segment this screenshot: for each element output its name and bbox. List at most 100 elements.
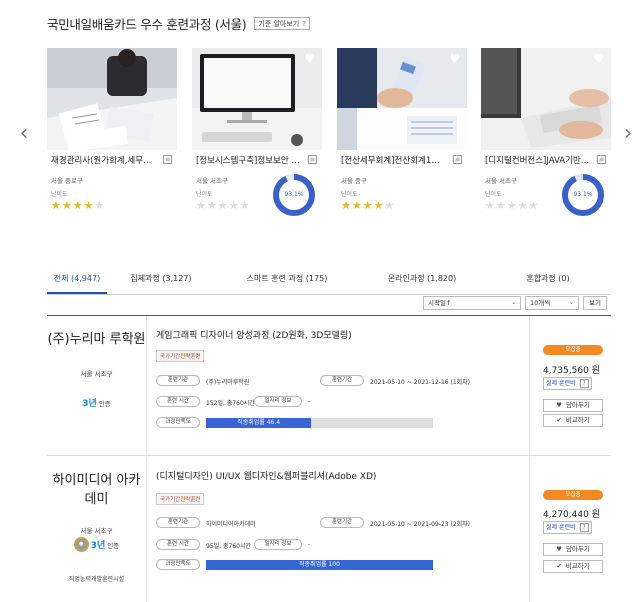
price-panel: 모집중 4,735,560 원 실제 훈련비 ? ♥ 담아두기 ✔ 비교하기 — [529, 316, 611, 455]
section-header: 국민내일배움카드 우수 훈련과정 (서울) 기준 알아보기 ? — [47, 14, 310, 33]
course-title[interactable]: (디지털디자인) UI/UX 웹디자인&웹퍼블리셔(Adobe XD) — [156, 469, 376, 482]
page-size-select[interactable]: 10개씩 ⌄ — [525, 296, 579, 310]
compare-button[interactable]: ✔ 비교하기 — [543, 560, 603, 573]
price-panel: 모집중 4,270,440 원 실제 훈련비 ? ♥ 담아두기 ✔ 비교하기 — [529, 457, 611, 602]
criteria-button[interactable]: 기준 알아보기 ? — [254, 17, 310, 30]
actual-cost-button[interactable]: 실제 훈련비 ? — [543, 521, 592, 534]
org-info: (주)누리마 루학원 서울 서초구 3년 인증 — [47, 316, 147, 455]
compare-icon[interactable]: ≡ — [308, 155, 317, 164]
actual-cost-label: 실제 훈련비 — [546, 524, 576, 531]
course-card[interactable]: ♥ [전산세무회계]전산회계1급 … ≡ 서울 중구 난이도 ★★★★★ — [337, 48, 467, 218]
course-title[interactable]: [전산세무회계]전산회계1급 … — [341, 154, 459, 166]
label-institution: 훈련기관 — [156, 517, 200, 528]
course-title[interactable]: [디지털컨버전스]JAVA기반 … — [485, 154, 603, 166]
help-icon[interactable]: ? — [579, 379, 589, 388]
course-thumbnail[interactable]: ♥ — [337, 48, 467, 150]
medal-icon: ● — [73, 537, 89, 552]
star-rating: ★★★★★ — [196, 199, 250, 212]
compare-icon[interactable]: ≡ — [163, 155, 172, 164]
page-size-value: 10개씩 — [530, 299, 551, 307]
star-icon: ★ — [196, 199, 207, 212]
sort-select[interactable]: 시작일↑ ⌄ — [423, 296, 521, 310]
label-satisfaction: 과정만족도 — [156, 417, 200, 428]
course-price: 4,735,560 원 — [543, 366, 600, 376]
carousel-prev-icon[interactable]: ‹ — [18, 122, 30, 146]
star-icon: ★ — [351, 199, 363, 212]
label-hours: 훈련 시간 — [156, 539, 200, 550]
compare-button[interactable]: ✔ 비교하기 — [543, 414, 603, 427]
course-region: 서울 중로구 — [51, 177, 83, 185]
course-card[interactable]: 재경관리사(원가회계,세무회… ≡ 서울 중로구 난이도 ★★★★★ — [47, 48, 177, 218]
chevron-down-icon: ⌄ — [510, 299, 516, 306]
label-period: 훈련기간 — [320, 517, 364, 528]
cert-years: 3년 — [82, 399, 97, 409]
star-icon: ★ — [217, 199, 229, 212]
course-card[interactable]: ♥ [디지털컨버전스]JAVA기반 … ≡ 서울 서초구 난이도 ★★★★★ 9… — [481, 48, 611, 218]
star-rating: ★★★★★ — [51, 199, 105, 212]
course-thumbnail[interactable]: ♥ — [192, 48, 322, 150]
org-name[interactable]: (주)누리마 루학원 — [47, 330, 146, 349]
compare-icon[interactable]: ≡ — [597, 155, 606, 164]
help-icon[interactable]: ? — [579, 523, 589, 532]
tab-blended[interactable]: 혼합과정 (0) — [485, 262, 611, 294]
star-icon: ★ — [373, 199, 385, 212]
label-job-info[interactable]: 일자리 정보 — [254, 396, 302, 407]
heart-icon[interactable]: ♥ — [449, 53, 461, 66]
course-title[interactable]: 재경관리사(원가회계,세무회… — [51, 154, 169, 166]
rate-value: 93.1% — [573, 191, 593, 198]
carousel-next-icon[interactable]: › — [622, 122, 634, 146]
org-region: 서울 서초구 — [80, 370, 113, 378]
list-item: (주)누리마 루학원 서울 서초구 3년 인증 게임그래픽 디자이너 양성과정 … — [47, 316, 611, 456]
star-icon: ★ — [72, 199, 84, 212]
category-tag: 국가기간전략훈련 — [156, 350, 205, 362]
course-thumbnail[interactable] — [47, 48, 177, 150]
star-rating: ★★★★★ — [485, 199, 539, 212]
difficulty-label: 난이도 — [341, 191, 358, 198]
label-institution: 훈련기관 — [156, 375, 200, 386]
heart-icon: ♥ — [556, 545, 562, 553]
tab-smart[interactable]: 스마트 훈련 과정 (175) — [215, 262, 359, 294]
label-job-info[interactable]: 일자리 정보 — [254, 539, 302, 550]
course-thumbnail[interactable]: ♥ — [481, 48, 611, 150]
star-icon: ★ — [517, 199, 529, 212]
save-button[interactable]: ♥ 담아두기 — [543, 543, 603, 556]
star-icon: ★ — [83, 199, 95, 212]
save-button[interactable]: ♥ 담아두기 — [543, 399, 603, 412]
difficulty-label: 난이도 — [196, 191, 213, 198]
course-region: 서울 서초구 — [485, 177, 517, 185]
value-job-info: - — [308, 398, 311, 405]
star-icon: ★ — [495, 199, 507, 212]
course-card[interactable]: ♥ [정보시스템구축]정보보안 취… ≡ 서울 서초구 난이도 ★★★★★ 93… — [192, 48, 322, 218]
check-icon: ✔ — [556, 416, 562, 424]
star-icon: ★ — [528, 199, 540, 212]
value-job-info: - — [308, 541, 311, 548]
org-name[interactable]: 하이미디어 아카데미 — [47, 471, 146, 509]
chevron-down-icon: ⌄ — [568, 299, 574, 306]
heart-icon[interactable]: ♥ — [593, 53, 605, 66]
cert-years: 3년 — [90, 541, 106, 551]
tab-all[interactable]: 전체 (4,947) — [47, 262, 107, 294]
heart-icon[interactable]: ♥ — [304, 53, 316, 66]
save-label: 담아두기 — [565, 545, 590, 553]
criteria-label: 기준 알아보기 — [258, 19, 300, 28]
course-title[interactable]: 게임그래픽 디자이너 양성과정 (2D원화, 3D모델링) — [156, 328, 352, 341]
tab-classroom[interactable]: 집체과정 (3,127) — [107, 262, 215, 294]
org-region: 서울 서초구 — [80, 527, 113, 535]
section-title: 국민내일배움카드 우수 훈련과정 (서울) — [47, 17, 247, 32]
actual-cost-button[interactable]: 실제 훈련비 ? — [543, 377, 592, 390]
star-icon: ★ — [362, 199, 374, 212]
view-button[interactable]: 보기 — [583, 296, 607, 310]
course-info: 게임그래픽 디자이너 양성과정 (2D원화, 3D모델링) 국가기간전략훈련 훈… — [156, 316, 524, 455]
star-icon: ★ — [239, 199, 251, 212]
actual-cost-label: 실제 훈련비 — [546, 380, 576, 387]
course-type-tabs: 전체 (4,947) 집체과정 (3,127) 스마트 훈련 과정 (175) … — [47, 262, 611, 295]
save-label: 담아두기 — [565, 401, 590, 409]
list-item: 하이미디어 아카데미 서울 서초구 ● 3년 인증 직업능력개발훈련시설 (디지… — [47, 457, 611, 602]
star-rating: ★★★★★ — [341, 199, 395, 212]
value-period: 2021-05-10 ~ 2021-09-23 (2회차) — [370, 521, 471, 528]
course-title[interactable]: [정보시스템구축]정보보안 취… — [196, 154, 314, 166]
compare-icon[interactable]: ≡ — [453, 155, 462, 164]
tab-online[interactable]: 온라인과정 (1,820) — [359, 262, 485, 294]
cert-badge: 3년 인증 — [82, 396, 111, 409]
course-region: 서울 중구 — [341, 177, 367, 185]
